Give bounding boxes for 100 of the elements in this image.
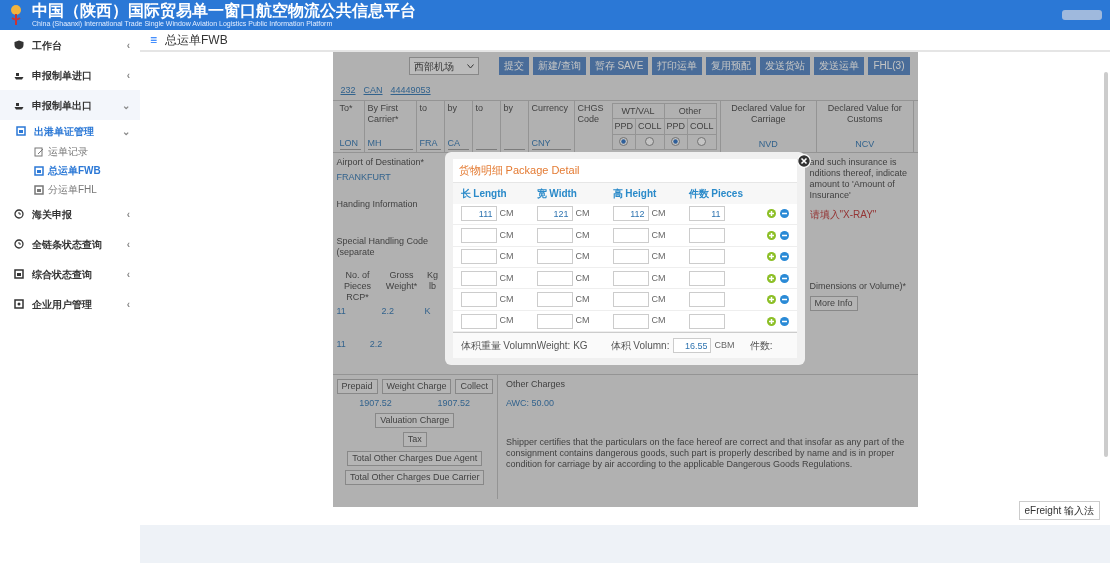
radio-button[interactable] — [645, 137, 655, 147]
menu-item[interactable]: 申报制单出口 ⌄ — [0, 90, 140, 120]
dimension-input[interactable] — [688, 270, 725, 286]
dimension-input[interactable]: 111 — [460, 206, 497, 222]
add-icon[interactable] — [766, 252, 776, 262]
volume-input[interactable]: 16.55 — [673, 338, 712, 354]
more-info-button[interactable]: More Info — [809, 296, 858, 311]
dimension-input[interactable] — [612, 227, 649, 243]
dimension-input[interactable] — [536, 292, 573, 308]
toolbar-button[interactable]: 复用预配 — [706, 57, 757, 75]
field-value[interactable]: FRANKFURT — [336, 172, 441, 183]
toolbar-button[interactable]: 发送运单 — [814, 57, 865, 75]
field-label: 件数: — [749, 339, 773, 354]
field-value[interactable]: MH — [367, 138, 413, 150]
remove-icon[interactable] — [779, 252, 789, 262]
menu-icon[interactable]: ≡ — [150, 31, 157, 49]
menu-item[interactable]: 全链条状态查询 ‹ — [0, 229, 140, 259]
dimension-input[interactable]: 11 — [688, 206, 725, 222]
field-label: to — [475, 103, 484, 114]
field-value[interactable]: FRA — [419, 138, 441, 150]
document-icon — [34, 165, 44, 176]
dimension-input[interactable] — [688, 227, 725, 243]
menu-item[interactable]: 企业用户管理 ‹ — [0, 289, 140, 319]
menu-item[interactable]: 申报制单进口 ‹ — [0, 60, 140, 90]
id-card-icon — [14, 299, 24, 309]
unit-label: CM — [498, 228, 515, 242]
caret-icon — [466, 63, 474, 69]
field-value[interactable]: LON — [339, 138, 361, 150]
submenu-item[interactable]: 总运单FWB — [0, 161, 140, 180]
toolbar-button[interactable]: 提交 — [498, 57, 529, 75]
user-avatar[interactable] — [1062, 10, 1102, 20]
field-value[interactable]: CA — [447, 138, 469, 150]
dimension-input[interactable] — [688, 249, 725, 265]
radio-button[interactable] — [697, 137, 707, 147]
dimension-input[interactable] — [460, 313, 497, 329]
ime-widget[interactable]: eFreight 输入法 — [1018, 501, 1100, 520]
remove-icon[interactable] — [779, 209, 789, 219]
submenu-item[interactable]: 运单记录 — [0, 142, 140, 161]
field-label: Declared Value for Customs — [826, 103, 903, 125]
dimension-input[interactable] — [536, 270, 573, 286]
add-icon[interactable] — [766, 209, 776, 219]
chevron-icon: ‹ — [126, 266, 130, 282]
menu-group[interactable]: 出港单证管理 ⌄ — [0, 120, 140, 142]
remove-icon[interactable] — [779, 316, 789, 326]
field-label: 体积 Volumn: — [610, 339, 670, 354]
awb-field[interactable]: 232 — [340, 84, 356, 96]
unit-label: CM — [650, 250, 667, 264]
dimension-input[interactable] — [688, 313, 725, 329]
field-value[interactable]: NCV — [855, 139, 875, 150]
menu-item[interactable]: 工作台 ‹ — [0, 30, 140, 60]
dimension-input[interactable] — [612, 270, 649, 286]
menu-item[interactable]: 综合状态查询 ‹ — [0, 259, 140, 289]
page-title: 总运单FWB — [165, 32, 228, 49]
add-icon[interactable] — [766, 316, 776, 326]
airport-select[interactable]: 西部机场 — [408, 57, 479, 75]
dimension-input[interactable] — [460, 270, 497, 286]
column-header: 件数 Pieces — [688, 186, 744, 201]
column-header: PPD — [612, 118, 636, 135]
other-charges-field[interactable]: AWC: 50.00 — [505, 398, 910, 409]
submenu-item[interactable]: 分运单FHL — [0, 180, 140, 199]
scrollbar[interactable] — [1104, 72, 1108, 457]
toolbar-button[interactable]: 发送货站 — [760, 57, 811, 75]
remove-icon[interactable] — [779, 230, 789, 240]
dimension-input[interactable] — [460, 292, 497, 308]
awb-field[interactable]: CAN — [363, 84, 383, 96]
ship-icon — [14, 100, 24, 110]
dimension-input[interactable] — [612, 249, 649, 265]
clock-icon — [14, 239, 24, 249]
dimension-input[interactable] — [612, 292, 649, 308]
radio-button[interactable] — [671, 137, 681, 147]
add-icon[interactable] — [766, 230, 776, 240]
dimension-input[interactable] — [688, 292, 725, 308]
remove-icon[interactable] — [779, 295, 789, 305]
dimension-input[interactable] — [536, 313, 573, 329]
field-value[interactable]: CNY — [531, 138, 571, 150]
field-value[interactable]: NVD — [758, 139, 778, 150]
dimension-input[interactable] — [612, 313, 649, 329]
dimension-input[interactable] — [460, 227, 497, 243]
dimension-input[interactable] — [536, 249, 573, 265]
unit-label: CM — [498, 271, 515, 285]
toolbar-button[interactable]: 打印运单 — [652, 57, 703, 75]
remove-icon[interactable] — [779, 273, 789, 283]
menu-item[interactable]: 海关申报 ‹ — [0, 199, 140, 229]
radio-button[interactable] — [619, 137, 629, 147]
table-cell-text: 11 — [336, 306, 347, 317]
toolbar-button[interactable]: FHL(3) — [868, 57, 910, 75]
add-icon[interactable] — [766, 273, 776, 283]
awb-field[interactable]: 44449053 — [390, 84, 431, 96]
toolbar-button[interactable]: 新建/查询 — [532, 57, 586, 75]
dimension-input[interactable] — [460, 249, 497, 265]
toolbar-button[interactable]: 暂存 SAVE — [589, 57, 649, 75]
chevron-icon: ⌄ — [122, 97, 130, 113]
dimension-input[interactable] — [536, 227, 573, 243]
document-icon — [14, 269, 24, 279]
dimension-input[interactable]: 112 — [612, 206, 649, 222]
dimension-input[interactable]: 121 — [536, 206, 573, 222]
add-icon[interactable] — [766, 295, 776, 305]
field-value[interactable]: 1907.52 — [437, 398, 471, 409]
field-value[interactable]: 1907.52 — [359, 398, 392, 409]
field-label: Airport of Destination* — [336, 157, 426, 168]
